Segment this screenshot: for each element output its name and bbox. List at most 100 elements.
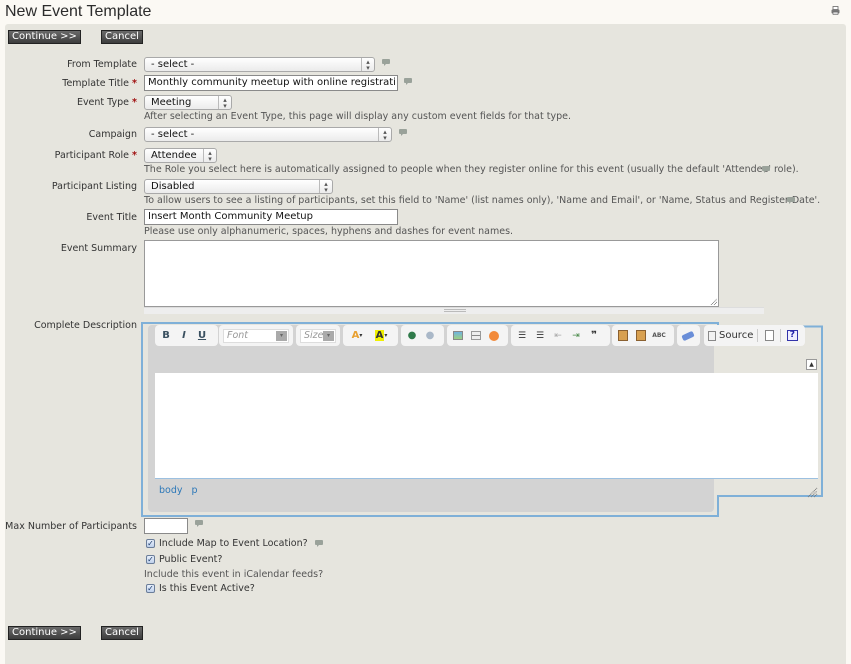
toolbar-group-source: Source ?	[704, 325, 805, 346]
cancel-button-bottom[interactable]: Cancel	[101, 626, 143, 640]
paste-text-icon[interactable]	[616, 329, 630, 343]
participant-listing-label: Participant Listing	[51, 181, 137, 192]
toolbar-group-format	[677, 325, 700, 346]
page-title: New Event Template	[5, 3, 152, 20]
template-title-label: Template Title *	[62, 78, 137, 89]
participant-role-help: The Role you select here is automaticall…	[144, 164, 799, 175]
resize-handle-icon[interactable]	[710, 298, 717, 305]
paste-word-icon[interactable]	[634, 329, 648, 343]
textarea-grippie[interactable]	[144, 307, 764, 314]
participant-role-select[interactable]: Attendee ▴ ▾	[144, 148, 217, 163]
spellcheck-icon[interactable]: ABC	[652, 329, 666, 343]
continue-button-bottom[interactable]: Continue >>	[8, 626, 81, 640]
horizontal-rule-icon[interactable]	[469, 329, 483, 343]
numbered-list-icon[interactable]: ☰	[515, 329, 529, 343]
event-summary-label: Event Summary	[60, 243, 137, 254]
campaign-select[interactable]: - select - ▴ ▾	[144, 127, 392, 142]
event-type-label: Event Type *	[76, 97, 137, 108]
event-title-label: Event Title	[86, 212, 137, 223]
help-icon[interactable]: ?	[785, 329, 799, 343]
select-arrows-icon: ▴ ▾	[361, 58, 374, 72]
toolbar-group-lists: ☰ ☰ ⇤ ⇥ ❞	[511, 325, 610, 346]
chevron-down-icon: ▾	[276, 330, 287, 341]
help-tooltip-icon[interactable]	[399, 129, 407, 136]
toolbar-group-insert	[447, 325, 508, 346]
underline-icon[interactable]: U	[195, 329, 209, 343]
public-event-label[interactable]: Public Event?	[159, 554, 222, 565]
toolbar-group-font: Font ▾	[219, 325, 293, 346]
toolbar-group-clipboard: ABC	[612, 325, 674, 346]
event-title-help: Please use only alphanumeric, spaces, hy…	[144, 226, 514, 237]
include-map-checkbox[interactable]: ✓	[146, 539, 155, 548]
editor-content-area[interactable]	[155, 373, 818, 479]
source-icon	[708, 330, 716, 341]
template-title-input[interactable]: Monthly community meetup with online reg…	[144, 75, 398, 91]
font-combo[interactable]: Font ▾	[223, 328, 289, 343]
include-map-label[interactable]: Include Map to Event Location?	[159, 538, 308, 549]
max-participants-label: Max Number of Participants	[5, 521, 137, 532]
text-color-icon[interactable]: A ▾	[347, 329, 367, 343]
help-tooltip-icon[interactable]	[195, 520, 203, 527]
event-active-checkbox[interactable]: ✓	[146, 584, 155, 593]
participant-role-value: Attendee	[151, 150, 197, 161]
remove-format-icon[interactable]	[681, 329, 695, 343]
event-type-value: Meeting	[151, 97, 192, 108]
italic-icon[interactable]: I	[177, 329, 191, 343]
event-active-row: ✓ Is this Event Active?	[146, 583, 255, 594]
cancel-button-top[interactable]: Cancel	[101, 30, 143, 44]
print-icon[interactable]	[831, 6, 840, 15]
source-button[interactable]: Source	[708, 329, 753, 343]
campaign-label: Campaign	[88, 129, 137, 140]
participant-listing-help: To allow users to see a listing of parti…	[144, 195, 821, 206]
chevron-down-icon: ▾	[323, 330, 334, 341]
help-tooltip-icon[interactable]	[762, 166, 770, 173]
event-type-help: After selecting an Event Type, this page…	[144, 111, 571, 122]
preview-icon[interactable]	[762, 329, 776, 343]
complete-description-label: Complete Description	[34, 320, 137, 331]
from-template-select[interactable]: - select - ▴ ▾	[144, 57, 375, 72]
link-icon[interactable]: ●	[405, 329, 419, 343]
help-tooltip-icon[interactable]	[314, 540, 323, 547]
max-participants-input[interactable]	[144, 518, 188, 534]
from-template-value: - select -	[151, 59, 195, 70]
bold-icon[interactable]: B	[159, 329, 173, 343]
toolbar-group-links: ● ●	[401, 325, 444, 346]
help-tooltip-icon[interactable]	[382, 59, 390, 66]
event-title-input[interactable]: Insert Month Community Meetup	[144, 209, 398, 225]
editor-resize-icon[interactable]	[806, 486, 818, 498]
toolbar-group-basic: B I U	[155, 325, 218, 346]
continue-button-top[interactable]: Continue >>	[8, 30, 81, 44]
campaign-value: - select -	[151, 129, 195, 140]
toolbar-group-size: Size ▾	[296, 325, 340, 346]
unlink-icon[interactable]: ●	[423, 329, 437, 343]
event-type-select[interactable]: Meeting ▴ ▾	[144, 95, 232, 110]
path-item-p[interactable]: p	[192, 485, 198, 496]
help-tooltip-icon[interactable]	[787, 197, 795, 204]
help-tooltip-icon[interactable]	[404, 78, 412, 85]
event-active-label[interactable]: Is this Event Active?	[159, 583, 255, 594]
size-combo[interactable]: Size ▾	[300, 328, 336, 343]
outdent-icon[interactable]: ⇤	[551, 329, 565, 343]
element-path-bar: body p	[159, 485, 204, 496]
image-icon[interactable]	[451, 329, 465, 343]
indent-icon[interactable]: ⇥	[569, 329, 583, 343]
bg-color-icon[interactable]: A ▾	[371, 329, 391, 343]
scroll-up-button[interactable]: ▲	[806, 359, 817, 370]
event-summary-textarea[interactable]	[144, 240, 719, 307]
select-arrows-icon: ▴ ▾	[378, 128, 391, 142]
grippie-handle[interactable]	[444, 309, 466, 312]
toolbar-group-colors: A ▾ A ▾	[343, 325, 398, 346]
smiley-icon[interactable]	[487, 329, 501, 343]
select-arrows-icon: ▴ ▾	[319, 180, 332, 194]
participant-listing-value: Disabled	[151, 181, 195, 192]
participant-listing-select[interactable]: Disabled ▴ ▾	[144, 179, 333, 194]
path-item-body[interactable]: body	[159, 485, 183, 496]
select-arrows-icon: ▴ ▾	[203, 149, 216, 163]
public-event-checkbox[interactable]: ✓	[146, 555, 155, 564]
public-event-row: ✓ Public Event?	[146, 554, 222, 565]
from-template-label: From Template	[67, 59, 137, 70]
blockquote-icon[interactable]: ❞	[587, 329, 601, 343]
select-arrows-icon: ▴ ▾	[218, 96, 231, 110]
include-map-row: ✓ Include Map to Event Location?	[146, 538, 323, 549]
bulleted-list-icon[interactable]: ☰	[533, 329, 547, 343]
